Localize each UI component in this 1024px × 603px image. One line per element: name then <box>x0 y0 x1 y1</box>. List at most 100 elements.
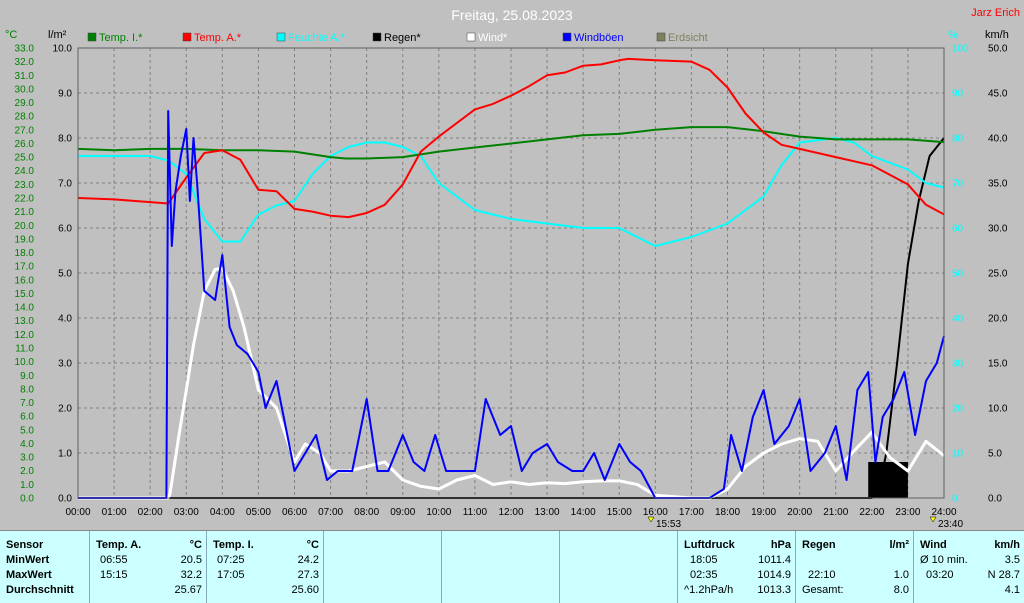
temp-i-header: Temp. I. <box>213 539 254 551</box>
temp-tick-label: 9.0 <box>20 371 34 382</box>
pressure-trend: ^1.2hPa/h <box>684 584 734 596</box>
chart-title: Freitag, 25.08.2023 <box>451 7 573 23</box>
legend-swatch <box>372 32 382 42</box>
wind-min-val: 3.5 <box>1004 554 1020 566</box>
temp-tick-label: 22.0 <box>15 194 35 205</box>
temp-tick-label: 7.0 <box>20 398 34 409</box>
x-tick-label: 14:00 <box>571 507 596 518</box>
x-tick-label: 09:00 <box>390 507 415 518</box>
weather-chart: 00:00 01:00 02:00 03:00 04:00 05:00 06:00 07:00… <box>0 0 1024 530</box>
temp-a-header: Temp. A. <box>96 539 142 551</box>
legend: Temp. I.* Temp. A.* Feuchte A.* Regen* Wind*… <box>87 32 708 44</box>
temp-i-avg: 25.60 <box>291 584 319 596</box>
rain-tick-label: 5.0 <box>58 269 72 280</box>
wind-min-label: Ø 10 min. <box>920 554 968 566</box>
x-tick-label: 13:00 <box>535 507 560 518</box>
marker-right-label: 23:40 <box>938 519 963 530</box>
marker-left-label: 15:53 <box>656 519 681 530</box>
x-tick-label: 20:00 <box>787 507 812 518</box>
temp-tick-label: 10.0 <box>15 357 35 368</box>
wind-tick-label: 30.0 <box>988 224 1008 235</box>
rain-tick-label: 1.0 <box>58 449 72 460</box>
hum-tick-label: 70 <box>952 179 964 190</box>
temp-tick-label: 33.0 <box>15 44 35 55</box>
stats-col-wind: Wind km/h Ø 10 min. 3.5 03:20 N 28.7 4.1 <box>914 531 1024 603</box>
legend-label: Temp. A.* <box>194 32 242 44</box>
temp-i-max-time: 17:05 <box>217 569 245 581</box>
temp-tick-label: 13.0 <box>15 316 35 327</box>
wind-tick-label: 25.0 <box>988 269 1008 280</box>
temp-tick-label: 5.0 <box>20 425 34 436</box>
legend-swatch <box>87 32 97 42</box>
temp-tick-label: 12.0 <box>15 330 35 341</box>
temp-a-avg: 25.67 <box>174 584 202 596</box>
legend-label: Regen* <box>384 32 421 44</box>
marker-right-icon <box>929 516 937 523</box>
temp-i-unit: °C <box>306 539 319 551</box>
legend-swatch <box>656 32 666 42</box>
temp-i-max-val: 27.3 <box>297 569 319 581</box>
marker-right: 23:40 <box>929 516 963 530</box>
rain-total: 8.0 <box>893 584 909 596</box>
x-tick-label: 22:00 <box>859 507 884 518</box>
x-tick-label: 15:00 <box>607 507 632 518</box>
pressure-min-val: 1011.4 <box>758 554 791 566</box>
temp-tick-label: 3.0 <box>20 453 34 464</box>
legend-label: Feuchte A.* <box>288 32 346 44</box>
temp-tick-label: 8.0 <box>20 384 34 395</box>
sensor-header: Sensor <box>6 539 44 551</box>
temp-tick-label: 14.0 <box>15 303 35 314</box>
temp-tick-label: 1.0 <box>20 480 34 491</box>
hum-tick-label: 90 <box>952 89 964 100</box>
rain-unit: l/m² <box>889 539 909 551</box>
temp-tick-label: 17.0 <box>15 262 35 273</box>
temp-tick-label: 32.0 <box>15 57 35 68</box>
wind-tick-label: 45.0 <box>988 89 1008 100</box>
legend-swatch <box>562 32 572 42</box>
hum-tick-label: 40 <box>952 314 964 325</box>
temp-tick-label: 20.0 <box>15 221 35 232</box>
unit-rain: l/m² <box>48 29 67 41</box>
stats-col-sensor: Sensor MinWert MaxWert Durchschnitt <box>0 531 90 603</box>
x-tick-label: 17:00 <box>679 507 704 518</box>
temp-a-unit: °C <box>189 539 202 551</box>
wind-tick-label: 40.0 <box>988 134 1008 145</box>
stats-col-temp-a: Temp. A. °C 06:55 20.5 15:15 32.2 25.67 <box>90 531 207 603</box>
temp-a-max-val: 32.2 <box>180 569 202 581</box>
wind-tick-label: 5.0 <box>988 449 1002 460</box>
stats-col-pressure: Luftdruck hPa 18:05 1011.4 02:35 1014.9 ^1.… <box>678 531 796 603</box>
row-label-max: MaxWert <box>6 569 52 581</box>
stats-col-temp-i: Temp. I. °C 07:25 24.2 17:05 27.3 25.60 <box>207 531 324 603</box>
pressure-unit: hPa <box>770 539 791 551</box>
wind-tick-label: 10.0 <box>988 404 1008 415</box>
rain-total-label: Gesamt: <box>802 584 844 596</box>
stats-col-empty-3 <box>560 531 678 603</box>
temp-a-min-val: 20.5 <box>180 554 202 566</box>
wind-header: Wind <box>920 539 947 551</box>
rain-tick-label: 4.0 <box>58 314 72 325</box>
unit-temp: °C <box>5 29 17 41</box>
temp-tick-label: 23.0 <box>15 180 35 191</box>
hum-tick-label: 50 <box>952 269 964 280</box>
unit-wind: km/h <box>985 29 1009 41</box>
temp-tick-label: 30.0 <box>15 84 35 95</box>
wind-tick-label: 35.0 <box>988 179 1008 190</box>
stats-col-rain: Regen l/m² 22:10 1.0 Gesamt: 8.0 <box>796 531 914 603</box>
legend-swatch <box>276 32 286 42</box>
stats-col-empty-2 <box>442 531 560 603</box>
x-tick-label: 24:00 <box>931 507 956 518</box>
wind-tick-label: 50.0 <box>988 44 1008 55</box>
stats-col-empty-1 <box>324 531 442 603</box>
temp-tick-label: 31.0 <box>15 71 35 82</box>
legend-label: Windböen <box>574 32 624 44</box>
unit-hum: % <box>948 29 958 41</box>
temp-tick-label: 25.0 <box>15 153 35 164</box>
x-tick-label: 05:00 <box>246 507 271 518</box>
statistics-panel: Sensor MinWert MaxWert Durchschnitt Temp… <box>0 530 1024 603</box>
x-tick-label: 19:00 <box>751 507 776 518</box>
rain-max-val: 1.0 <box>893 569 909 581</box>
temp-tick-label: 24.0 <box>15 166 35 177</box>
legend-label: Wind* <box>478 32 508 44</box>
x-tick-label: 23:00 <box>895 507 920 518</box>
x-tick-label: 18:00 <box>715 507 740 518</box>
